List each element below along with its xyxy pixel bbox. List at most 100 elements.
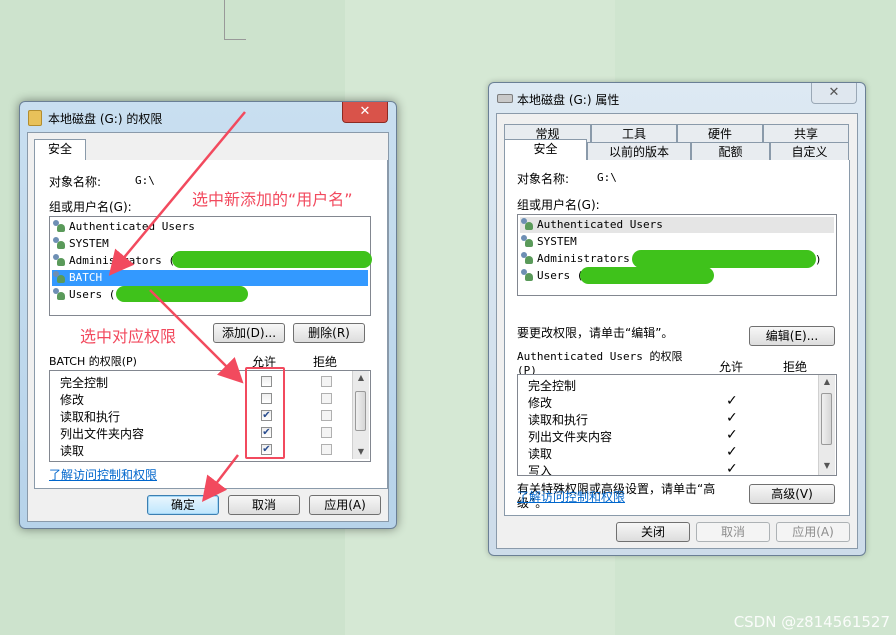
permission-name: 修改: [528, 396, 553, 410]
object-name-label: 对象名称:: [49, 175, 102, 189]
deny-header: 拒绝: [783, 360, 808, 374]
deny-checkbox[interactable]: [321, 427, 332, 438]
allow-check-icon: ✓: [726, 461, 738, 476]
annotation-select-permissions: 选中对应权限: [80, 327, 177, 346]
tab-sharing[interactable]: 共享: [763, 124, 849, 142]
apply-button[interactable]: 应用(A): [309, 495, 381, 515]
tab-quota[interactable]: 配额: [691, 142, 770, 160]
user-group-icon: [52, 288, 66, 300]
group-label: 组或用户名(G):: [49, 200, 132, 214]
folder-icon: [28, 110, 42, 126]
drive-icon: [497, 94, 513, 103]
permissions-scrollbar[interactable]: ▲ ▼: [818, 375, 835, 475]
remove-button[interactable]: 删除(R): [293, 323, 365, 343]
apply-button[interactable]: 应用(A): [776, 522, 850, 542]
permissions-label: Authenticated Users 的权限 (P): [517, 350, 683, 377]
close-button[interactable]: ✕: [811, 83, 857, 104]
list-item[interactable]: Authenticated Users: [520, 217, 834, 233]
redaction-mark: [632, 250, 816, 268]
permission-name: 修改: [60, 393, 85, 407]
permissions-label: BATCH 的权限(P): [49, 355, 137, 368]
security-panel: 对象名称: G:\ 组或用户名(G): Authenticated Users …: [504, 160, 850, 516]
object-name-label: 对象名称:: [517, 172, 570, 186]
user-group-icon: [52, 237, 66, 249]
allow-check-icon: ✓: [726, 427, 738, 443]
edit-button[interactable]: 编辑(E)...: [749, 326, 835, 346]
tab-previous-versions[interactable]: 以前的版本: [587, 142, 691, 160]
list-item[interactable]: SYSTEM: [52, 236, 368, 252]
deny-checkbox[interactable]: [321, 393, 332, 404]
properties-dialog: 本地磁盘 (G:) 属性 ✕ 常规 工具 硬件 共享 以前的版本 配额 自定义 …: [488, 82, 866, 556]
list-item-selected[interactable]: BATCH: [52, 270, 368, 286]
tab-security[interactable]: 安全: [34, 139, 86, 161]
text-cursor-mark-base: [224, 39, 246, 40]
add-button[interactable]: 添加(D)...: [213, 323, 285, 343]
deny-checkbox[interactable]: [321, 410, 332, 421]
list-item[interactable]: SYSTEM: [520, 234, 834, 250]
permission-name: 读取和执行: [60, 410, 121, 424]
allow-header: 允许: [719, 360, 744, 374]
scroll-thumb[interactable]: [355, 391, 366, 431]
properties-dialog-title: 本地磁盘 (G:) 属性: [517, 93, 620, 107]
tab-customize[interactable]: 自定义: [770, 142, 849, 160]
permissions-scrollbar[interactable]: ▲ ▼: [352, 371, 369, 459]
permission-name: 读取和执行: [528, 413, 589, 427]
user-group-icon: [520, 218, 534, 230]
allow-check-icon: ✓: [726, 444, 738, 460]
ok-button[interactable]: 确定: [147, 495, 219, 515]
tab-security[interactable]: 安全: [504, 139, 587, 161]
tab-hardware[interactable]: 硬件: [677, 124, 763, 142]
cancel-button[interactable]: 取消: [696, 522, 770, 542]
advanced-button[interactable]: 高级(V): [749, 484, 835, 504]
permissions-dialog: 本地磁盘 (G:) 的权限 ✕ 安全 对象名称: G:\ 组或用户名(G): A…: [19, 101, 397, 529]
scroll-down-arrow-icon[interactable]: ▼: [819, 461, 835, 470]
properties-dialog-titlebar[interactable]: 本地磁盘 (G:) 属性 ✕: [489, 83, 865, 113]
watermark: CSDN @z814561527: [733, 613, 890, 631]
user-group-icon: [52, 271, 66, 283]
tab-tools[interactable]: 工具: [591, 124, 677, 142]
cancel-button[interactable]: 取消: [228, 495, 300, 515]
learn-access-control-link[interactable]: 了解访问控制和权限: [49, 466, 157, 483]
user-group-icon: [52, 254, 66, 266]
scroll-down-arrow-icon[interactable]: ▼: [353, 447, 369, 456]
allow-check-icon: ✓: [726, 393, 738, 409]
permission-name: 读取: [60, 444, 85, 458]
user-group-icon: [520, 252, 534, 264]
object-name-value: G:\: [597, 171, 617, 184]
scroll-up-arrow-icon[interactable]: ▲: [353, 373, 369, 382]
redaction-mark: [116, 286, 248, 302]
permissions-highlight-box: [245, 367, 285, 459]
annotation-select-user: 选中新添加的“用户名”: [192, 190, 353, 209]
group-label: 组或用户名(G):: [517, 198, 600, 212]
permission-name: 写入: [528, 464, 553, 476]
allow-check-icon: ✓: [726, 410, 738, 426]
permission-name: 完全控制: [60, 376, 109, 390]
user-group-icon: [520, 235, 534, 247]
permission-name: 读取: [528, 447, 553, 461]
user-list[interactable]: Authenticated Users SYSTEM Administrator…: [517, 214, 837, 296]
scroll-thumb[interactable]: [821, 393, 832, 445]
deny-header: 拒绝: [313, 355, 338, 369]
close-dialog-button[interactable]: 关闭: [616, 522, 690, 542]
change-permissions-hint: 要更改权限，请单击“编辑”。: [517, 326, 674, 340]
permissions-dialog-title: 本地磁盘 (G:) 的权限: [48, 112, 163, 126]
list-item[interactable]: Authenticated Users: [52, 219, 368, 235]
text-cursor-mark: [224, 0, 225, 40]
permissions-dialog-titlebar[interactable]: 本地磁盘 (G:) 的权限 ✕: [20, 102, 396, 132]
object-name-value: G:\: [135, 174, 155, 187]
permission-name: 列出文件夹内容: [60, 427, 145, 441]
permissions-list: 完全控制 修改 读取和执行 列出文件夹内容 读取 ✔ ✔ ✔ ▲ ▼: [49, 370, 371, 462]
permission-name: 完全控制: [528, 379, 577, 393]
user-group-icon: [52, 220, 66, 232]
redaction-mark: [172, 251, 372, 268]
learn-access-control-link[interactable]: 了解访问控制和权限: [517, 488, 625, 505]
close-button[interactable]: ✕: [342, 102, 388, 123]
deny-checkbox[interactable]: [321, 376, 332, 387]
user-list[interactable]: Authenticated Users SYSTEM Administrator…: [49, 216, 372, 316]
user-group-icon: [520, 269, 534, 281]
permission-name: 列出文件夹内容: [528, 430, 613, 444]
redaction-mark: [580, 267, 714, 284]
scroll-up-arrow-icon[interactable]: ▲: [819, 377, 835, 386]
permissions-list: 完全控制 修改 读取和执行 列出文件夹内容 读取 写入 ✓ ✓ ✓ ✓ ✓ ▲ …: [517, 374, 837, 476]
deny-checkbox[interactable]: [321, 444, 332, 455]
